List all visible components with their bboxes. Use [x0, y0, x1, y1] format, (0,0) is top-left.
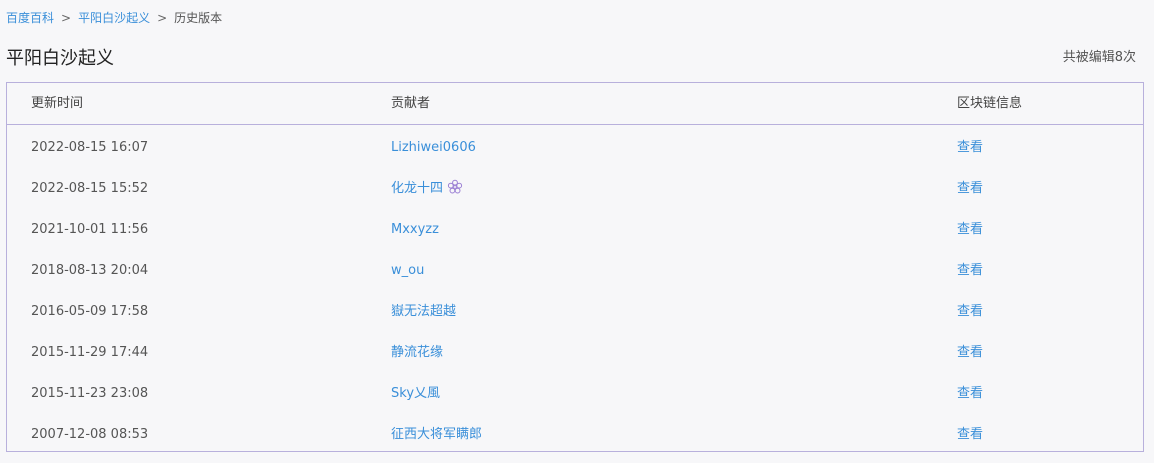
- header-chain: 区块链信息: [957, 96, 1023, 111]
- breadcrumb-current: 历史版本: [174, 11, 223, 25]
- contributor-link[interactable]: 静流花缘: [391, 343, 443, 363]
- contributor-name: 化龙十四: [391, 181, 444, 196]
- row-time: 2022-08-15 15:52: [31, 181, 149, 196]
- table-row: 2016-05-09 17:58 嶽无法超越 查看: [7, 291, 1143, 332]
- view-chain-link[interactable]: 查看: [957, 425, 983, 445]
- table-row: 2018-08-13 20:04 w_ou 查看: [7, 250, 1143, 291]
- row-time: 2018-08-13 20:04: [31, 263, 149, 278]
- contributor-name: 嶽无法超越: [391, 304, 457, 319]
- table-row: 2015-11-29 17:44 静流花缘 查看: [7, 332, 1143, 373]
- breadcrumb-separator: >: [61, 11, 72, 25]
- contributor-link[interactable]: 征西大将军瞒郎: [391, 425, 482, 445]
- view-chain-link[interactable]: 查看: [957, 343, 983, 363]
- row-time: 2016-05-09 17:58: [31, 304, 149, 319]
- table-row: 2022-08-15 15:52 化龙十四 查看: [7, 168, 1143, 209]
- contributor-link[interactable]: 嶽无法超越: [391, 302, 456, 322]
- contributor-link[interactable]: w_ou: [391, 261, 424, 281]
- view-chain-link[interactable]: 查看: [957, 302, 983, 322]
- breadcrumb-separator: >: [157, 11, 168, 25]
- contributor-link[interactable]: Sky乂風: [391, 384, 440, 404]
- table-header: 更新时间 贡献者 区块链信息: [7, 83, 1143, 125]
- contributor-name: Lizhiwei0606: [391, 140, 476, 155]
- row-time: 2007-12-08 08:53: [31, 427, 149, 442]
- contributor-link[interactable]: 化龙十四: [391, 179, 463, 202]
- breadcrumb: 百度百科 > 平阳白沙起义 > 历史版本: [6, 9, 222, 27]
- contributor-name: w_ou: [391, 263, 425, 278]
- view-chain-link[interactable]: 查看: [957, 138, 983, 158]
- history-table: 更新时间 贡献者 区块链信息 2022-08-15 16:07 Lizhiwei0…: [6, 82, 1144, 452]
- breadcrumb-home-link[interactable]: 百度百科: [6, 11, 54, 25]
- table-row: 2022-08-15 16:07 Lizhiwei0606 查看: [7, 127, 1143, 168]
- contributor-link[interactable]: Lizhiwei0606: [391, 138, 476, 158]
- table-row: 2021-10-01 11:56 Mxxyzz 查看: [7, 209, 1143, 250]
- table-body: 2022-08-15 16:07 Lizhiwei0606 查看 2022-08-15…: [7, 125, 1143, 455]
- row-time: 2022-08-15 16:07: [31, 140, 149, 155]
- header-time: 更新时间: [31, 96, 84, 111]
- view-chain-link[interactable]: 查看: [957, 261, 983, 281]
- view-chain-link[interactable]: 查看: [957, 179, 983, 199]
- edit-count: 共被编辑8次: [1062, 50, 1136, 65]
- flower-badge-icon: [447, 179, 463, 202]
- contributor-link[interactable]: Mxxyzz: [391, 220, 439, 240]
- header-contributor: 贡献者: [391, 96, 431, 111]
- row-time: 2015-11-23 23:08: [31, 386, 149, 401]
- contributor-name: 静流花缘: [391, 345, 444, 360]
- table-row: 2007-12-08 08:53 征西大将军瞒郎 查看: [7, 414, 1143, 455]
- row-time: 2015-11-29 17:44: [31, 345, 149, 360]
- view-chain-link[interactable]: 查看: [957, 384, 983, 404]
- contributor-name: Sky乂風: [391, 386, 441, 401]
- table-row: 2015-11-23 23:08 Sky乂風 查看: [7, 373, 1143, 414]
- contributor-name: Mxxyzz: [391, 222, 439, 237]
- page-title: 平阳白沙起义: [6, 48, 114, 69]
- breadcrumb-entry-link[interactable]: 平阳白沙起义: [78, 11, 150, 25]
- row-time: 2021-10-01 11:56: [31, 222, 149, 237]
- view-chain-link[interactable]: 查看: [957, 220, 983, 240]
- contributor-name: 征西大将军瞒郎: [391, 427, 483, 442]
